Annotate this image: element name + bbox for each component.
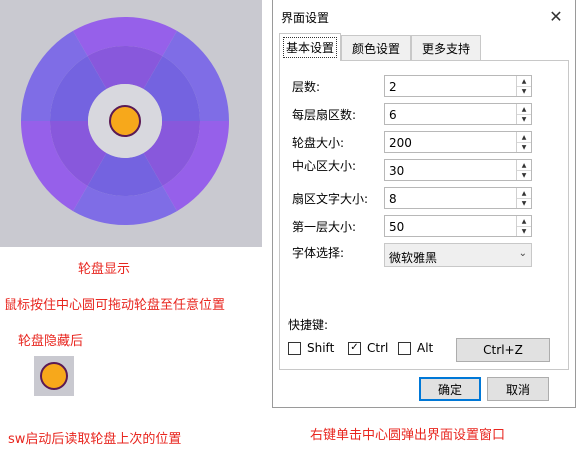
field-label-sector-font-size: 扇区文字大小: [292, 192, 369, 206]
spin-value: 6 [389, 108, 397, 122]
caption-wheel-hidden: 轮盘隐藏后 [18, 334, 84, 349]
mini-center-dot[interactable] [34, 356, 74, 396]
tab-label: 颜色设置 [351, 41, 400, 56]
wheel-size-spinbox[interactable]: 200 ▲ ▼ [384, 131, 532, 153]
alt-checkbox[interactable]: Alt [398, 341, 433, 355]
spin-up-icon[interactable]: ▲ [517, 216, 531, 226]
hotkey-capture-button[interactable]: Ctrl+Z [456, 338, 550, 362]
spin-value: 50 [389, 220, 405, 234]
spin-down-icon[interactable]: ▼ [517, 142, 531, 152]
field-label-first-layer-size: 第一层大小: [292, 220, 357, 234]
checkbox-icon [398, 341, 411, 355]
tab-label: 更多支持 [421, 41, 470, 56]
spin-value: 8 [389, 192, 397, 206]
spin-up-icon[interactable]: ▲ [517, 132, 531, 142]
spin-down-icon[interactable]: ▼ [517, 114, 531, 124]
checkmark-icon: ✓ [348, 341, 361, 355]
tab-label: 基本设置 [282, 37, 337, 58]
checkbox-label: Ctrl [367, 341, 389, 355]
center-size-spinbox[interactable]: 30 ▲ ▼ [384, 159, 532, 181]
field-label-sectors: 每层扇区数: [292, 108, 357, 122]
hotkey-label: 快捷键: [288, 318, 329, 332]
field-label-wheel-size: 轮盘大小: [292, 136, 345, 150]
checkbox-label: Alt [417, 341, 434, 355]
field-label-font: 字体选择: [292, 246, 345, 260]
tab-color-settings[interactable]: 颜色设置 [341, 35, 411, 60]
spin-down-icon[interactable]: ▼ [517, 86, 531, 96]
spin-up-icon[interactable]: ▲ [517, 160, 531, 170]
spin-value: 2 [389, 80, 397, 94]
basic-settings-panel: 层数: 2 ▲ ▼ 每层扇区数: 6 ▲ ▼ 轮盘大小: 200 ▲ ▼ 中心区大小:… [279, 60, 569, 370]
spin-up-icon[interactable]: ▲ [517, 188, 531, 198]
spin-down-icon[interactable]: ▼ [517, 170, 531, 180]
sector-font-size-spinbox[interactable]: 8 ▲ ▼ [384, 187, 532, 209]
tab-more-support[interactable]: 更多支持 [411, 35, 481, 60]
center-dot[interactable] [109, 105, 141, 137]
field-label-center-size: 中心区大小: [292, 159, 357, 173]
dialog-title: 界面设置 [281, 11, 330, 25]
close-icon[interactable]: ✕ [539, 2, 573, 30]
checkbox-icon [288, 341, 301, 355]
spin-down-icon[interactable]: ▼ [517, 226, 531, 236]
chevron-down-icon: ⌄ [518, 248, 527, 259]
layers-spinbox[interactable]: 2 ▲ ▼ [384, 75, 532, 97]
caption-right-click: 右键单击中心圆弹出界面设置窗口 [310, 428, 506, 443]
first-layer-size-spinbox[interactable]: 50 ▲ ▼ [384, 215, 532, 237]
spin-value: 30 [389, 164, 405, 178]
spin-down-icon[interactable]: ▼ [517, 198, 531, 208]
hidden-wheel-preview [34, 356, 74, 396]
spin-up-icon[interactable]: ▲ [517, 104, 531, 114]
checkbox-label: Shift [307, 341, 335, 355]
title-bar: 界面设置 ✕ [273, 0, 575, 32]
field-label-layers: 层数: [292, 80, 321, 94]
font-select[interactable]: 微软雅黑 ⌄ [384, 243, 532, 267]
cancel-button[interactable]: 取消 [487, 377, 549, 401]
shift-checkbox[interactable]: Shift [288, 341, 334, 355]
caption-wheel-show: 轮盘显示 [78, 262, 131, 277]
caption-drag-hint: 鼠标按住中心圆可拖动轮盘至任意位置 [4, 298, 226, 313]
settings-dialog: 界面设置 ✕ 基本设置 颜色设置 更多支持 层数: 2 ▲ ▼ 每层扇区数: 6 … [272, 0, 576, 408]
font-select-value: 微软雅黑 [389, 251, 438, 265]
tab-basic-settings[interactable]: 基本设置 [279, 33, 341, 61]
caption-sw-startup: sw启动后读取轮盘上次的位置 [8, 432, 182, 447]
radial-wheel [21, 16, 229, 225]
spin-value: 200 [389, 136, 412, 150]
ok-button[interactable]: 确定 [419, 377, 481, 401]
ctrl-checkbox[interactable]: ✓ Ctrl [348, 341, 388, 355]
spin-up-icon[interactable]: ▲ [517, 76, 531, 86]
sectors-spinbox[interactable]: 6 ▲ ▼ [384, 103, 532, 125]
